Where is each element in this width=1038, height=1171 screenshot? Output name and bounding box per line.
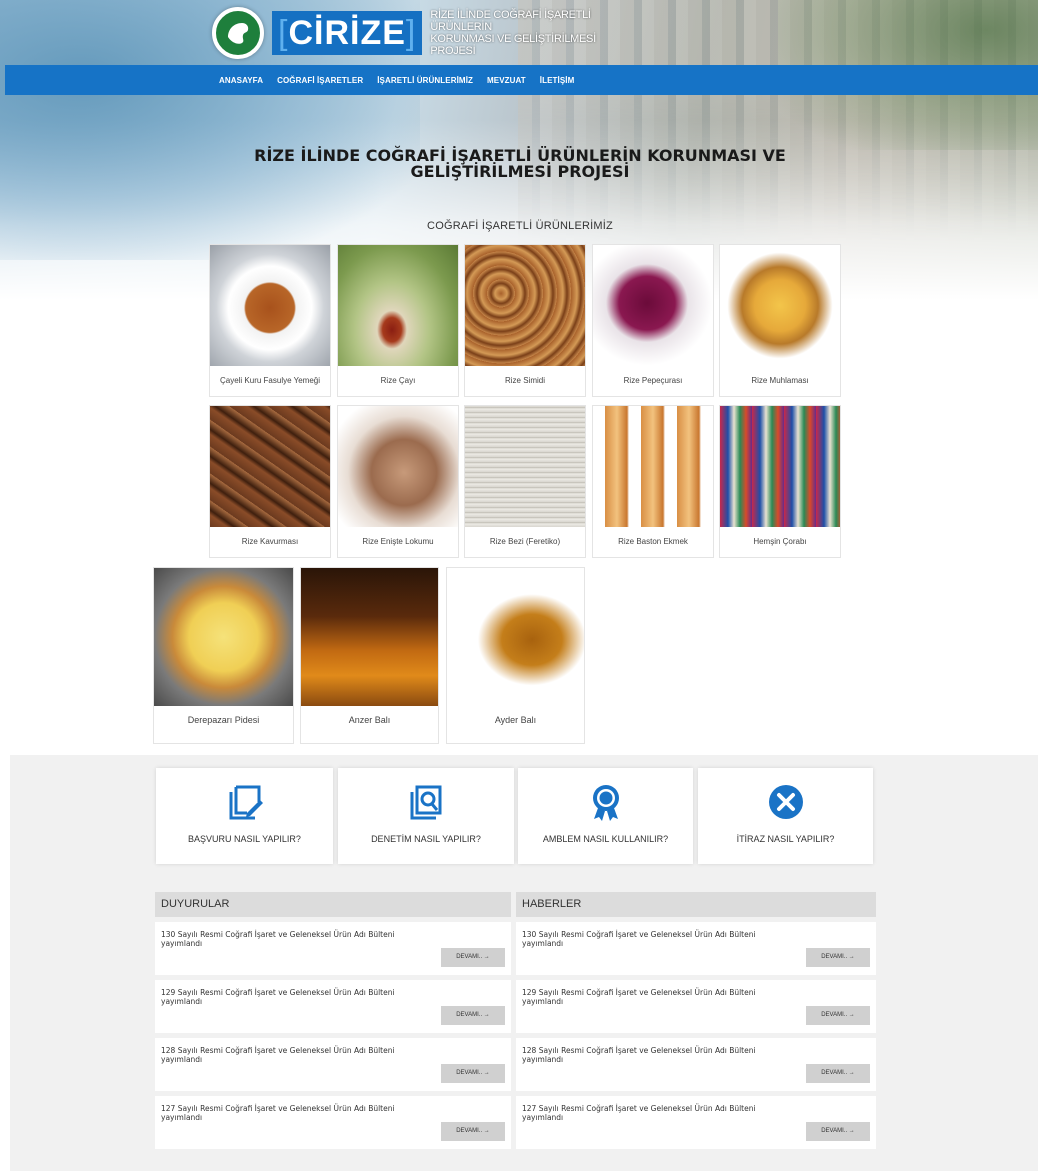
product-card-ayder-bali[interactable]: Ayder Balı [446,567,585,744]
product-image [210,406,330,527]
logo-subtitle-line2: KORUNMASI VE GELİŞTİRİLMESİ PROJESİ [430,33,596,57]
info-box-basvuru[interactable]: BAŞVURU NASIL YAPILIR? [156,768,333,864]
product-card-rize-kavurmasi[interactable]: Rize Kavurması [209,405,331,558]
announcements-header: DUYURULAR [155,892,511,917]
news-title[interactable]: 127 Sayılı Resmi Coğrafi İşaret ve Gelen… [522,1104,852,1122]
product-image [465,406,585,527]
announcement-item: 129 Sayılı Resmi Coğrafi İşaret ve Gelen… [155,980,511,1033]
nav-item-anasayfa[interactable]: ANASAYFA [219,76,263,85]
product-image [720,406,840,527]
nav-list: ANASAYFA COĞRAFİ İŞARETLER İŞARETLİ ÜRÜN… [219,65,588,95]
info-box-denetim[interactable]: DENETİM NASIL YAPILIR? [338,768,514,864]
product-card-rize-muhlamasi[interactable]: Rize Muhlaması [719,244,841,397]
product-image [301,568,438,706]
product-label: Rize Simidi [504,376,545,385]
document-search-icon [410,785,442,820]
product-label: Anzer Balı [348,715,391,725]
product-label: Rize Muhlaması [751,376,809,385]
product-label: Rize Pepeçurası [623,376,683,385]
product-image [593,406,713,527]
announcement-item: 128 Sayılı Resmi Coğrafi İşaret ve Gelen… [155,1038,511,1091]
close-circle-icon [768,785,803,819]
award-badge-icon [592,785,619,821]
announcement-title[interactable]: 127 Sayılı Resmi Coğrafi İşaret ve Gelen… [161,1104,491,1122]
announcement-title[interactable]: 129 Sayılı Resmi Coğrafi İşaret ve Gelen… [161,988,491,1006]
info-box-label: DENETİM NASIL YAPILIR? [371,834,481,844]
rize-map-icon [212,7,264,59]
product-image [154,568,293,706]
product-image [593,245,713,366]
product-label: Ayder Balı [494,715,537,725]
announcement-item: 130 Sayılı Resmi Coğrafi İşaret ve Gelen… [155,922,511,975]
product-image [447,568,584,706]
product-card-rize-bezi[interactable]: Rize Bezi (Feretiko) [464,405,586,558]
site-logo[interactable]: [CİRİZE] RİZE İLİNDE COĞRAFİ İŞARETLİ ÜR… [212,6,630,60]
product-card-hemsin-corabi[interactable]: Hemşin Çorabı [719,405,841,558]
read-more-button[interactable]: DEVAMI.. → [441,1122,505,1141]
news-title[interactable]: 129 Sayılı Resmi Coğrafi İşaret ve Gelen… [522,988,852,1006]
product-image [720,245,840,366]
product-label: Rize Bezi (Feretiko) [489,537,561,546]
read-more-button[interactable]: DEVAMI.. → [806,1122,870,1141]
read-more-button[interactable]: DEVAMI.. → [806,1064,870,1083]
news-title[interactable]: 130 Sayılı Resmi Coğrafi İşaret ve Gelen… [522,930,852,948]
logo-text: CİRİZE [288,13,406,52]
news-item: 127 Sayılı Resmi Coğrafi İşaret ve Gelen… [516,1096,876,1149]
news-header: HABERLER [516,892,876,917]
read-more-button[interactable]: DEVAMI.. → [806,948,870,967]
nav-item-iletisim[interactable]: İLETİŞİM [540,76,575,85]
product-label: Rize Enişte Lokumu [362,537,434,546]
product-card-anzer-bali[interactable]: Anzer Balı [300,567,439,744]
product-card-rize-cayi[interactable]: Rize Çayı [337,244,459,397]
info-box-label: BAŞVURU NASIL YAPILIR? [188,834,301,844]
product-card-rize-eniste-lokumu[interactable]: Rize Enişte Lokumu [337,405,459,558]
product-image [338,245,458,366]
news-title[interactable]: 128 Sayılı Resmi Coğrafi İşaret ve Gelen… [522,1046,852,1064]
product-label: Rize Baston Ekmek [618,537,688,546]
edit-document-icon [229,785,263,820]
nav-item-isaretli-urunlerimiz[interactable]: İŞARETLİ ÜRÜNLERİMİZ [377,76,473,85]
products-section-title: COĞRAFİ İŞARETLİ ÜRÜNLERİMİZ [427,220,613,232]
nav-item-mevzuat[interactable]: MEVZUAT [487,76,526,85]
read-more-button[interactable]: DEVAMI.. → [441,1064,505,1083]
page-title-line2: GELİŞTİRİLMESİ PROJESİ [410,162,630,181]
logo-wordmark: [CİRİZE] [272,11,423,55]
info-box-label: AMBLEM NASIL KULLANILIR? [542,834,669,844]
product-card-cayeli-kuru-fasulye[interactable]: Çayeli Kuru Fasulye Yemeği [209,244,331,397]
news-item: 130 Sayılı Resmi Coğrafi İşaret ve Gelen… [516,922,876,975]
product-label: Derepazarı Pidesi [187,715,260,725]
product-card-rize-baston-ekmek[interactable]: Rize Baston Ekmek [592,405,714,558]
announcement-item: 127 Sayılı Resmi Coğrafi İşaret ve Gelen… [155,1096,511,1149]
main-navbar: ANASAYFA COĞRAFİ İŞARETLER İŞARETLİ ÜRÜN… [5,65,1038,95]
read-more-button[interactable]: DEVAMI.. → [806,1006,870,1025]
product-card-derepazari-pidesi[interactable]: Derepazarı Pidesi [153,567,294,744]
product-label: Çayeli Kuru Fasulye Yemeği [219,376,321,385]
product-label: Rize Kavurması [241,537,299,546]
announcements-panel: DUYURULAR 130 Sayılı Resmi Coğrafi İşare… [155,892,511,1149]
announcement-title[interactable]: 128 Sayılı Resmi Coğrafi İşaret ve Gelen… [161,1046,491,1064]
product-image [465,245,585,366]
product-image [210,245,330,366]
news-item: 129 Sayılı Resmi Coğrafi İşaret ve Gelen… [516,980,876,1033]
page-title: RİZE İLİNDE COĞRAFİ İŞARETLİ ÜRÜNLERİN K… [220,148,820,180]
read-more-button[interactable]: DEVAMI.. → [441,1006,505,1025]
product-label: Hemşin Çorabı [753,537,807,546]
product-label: Rize Çayı [380,376,416,385]
logo-subtitle: RİZE İLİNDE COĞRAFİ İŞARETLİ ÜRÜNLERİN K… [430,9,630,57]
info-box-label: İTİRAZ NASIL YAPILIR? [736,834,835,844]
product-card-rize-pepecurasi[interactable]: Rize Pepeçurası [592,244,714,397]
news-panel: HABERLER 130 Sayılı Resmi Coğrafi İşaret… [516,892,876,1149]
announcement-title[interactable]: 130 Sayılı Resmi Coğrafi İşaret ve Gelen… [161,930,491,948]
product-card-rize-simidi[interactable]: Rize Simidi [464,244,586,397]
read-more-button[interactable]: DEVAMI.. → [441,948,505,967]
product-image [338,406,458,527]
news-item: 128 Sayılı Resmi Coğrafi İşaret ve Gelen… [516,1038,876,1091]
info-box-itiraz[interactable]: İTİRAZ NASIL YAPILIR? [698,768,873,864]
info-box-amblem[interactable]: AMBLEM NASIL KULLANILIR? [518,768,693,864]
nav-item-cografi-isaretler[interactable]: COĞRAFİ İŞARETLER [277,76,363,85]
logo-subtitle-line1: RİZE İLİNDE COĞRAFİ İŞARETLİ ÜRÜNLERİN [430,9,591,33]
